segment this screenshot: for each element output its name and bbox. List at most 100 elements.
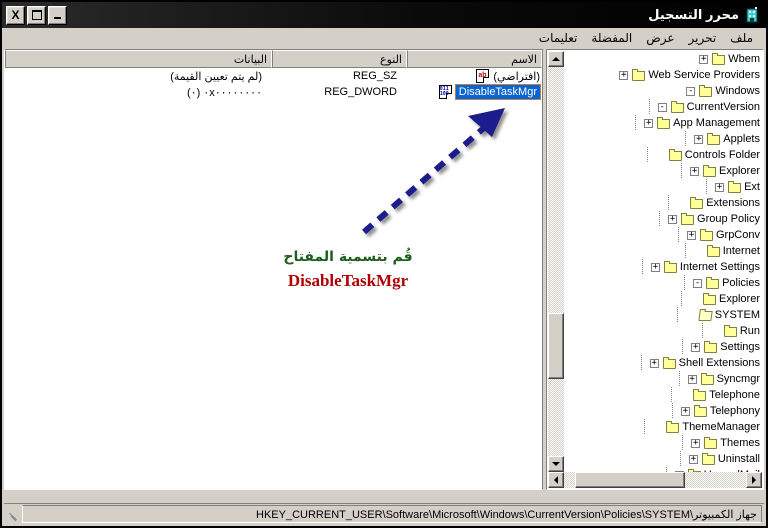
expand-icon[interactable]: + [679,403,692,419]
close-button[interactable]: X [6,5,25,25]
tree-scroll-down-button[interactable] [548,456,564,472]
expand-icon[interactable]: + [713,179,726,195]
expand-icon[interactable]: + [648,355,661,371]
registry-tree-pane[interactable]: Wbem + Web Service Providers + Windows - Curre… [546,49,764,490]
tree-item[interactable]: CurrentVersion - [564,99,762,115]
minimize-button[interactable] [48,5,67,25]
tree-vertical-scroll-thumb[interactable] [548,313,564,379]
tree-item-label: Internet [722,245,760,257]
expand-icon[interactable]: + [692,131,705,147]
tree-item[interactable]: Policies - [564,275,762,291]
tree-item[interactable]: Run [564,323,762,339]
tree-item-label: SYSTEM [714,309,760,321]
expand-icon[interactable]: + [688,163,701,179]
expand-icon[interactable]: + [697,51,710,67]
tree-item-label: Policies [722,277,760,289]
tree-item[interactable]: Shell Extensions + [564,355,762,371]
tree-item[interactable]: Internet Settings + [564,259,762,275]
folder-icon [723,324,739,338]
tree-item[interactable]: Windows - [564,83,762,99]
tree-item[interactable]: Web Service Providers + [564,67,762,83]
tree-connector [688,291,701,307]
cell-name[interactable]: (افتراضي) ab [407,68,542,84]
menu-bar: ملف تحرير عرض المفضلة تعليمات [2,28,766,48]
expand-icon[interactable]: + [617,67,630,83]
menu-favorites[interactable]: المفضلة [584,30,639,46]
expand-icon[interactable]: + [666,211,679,227]
tree-scroll-right-button[interactable] [746,472,762,488]
table-row[interactable]: DisableTaskMgr 011 100 REG_DWORD ٠x٠٠٠٠٠٠٠٠ … [5,84,542,100]
tree-item[interactable]: GrpConv + [564,227,762,243]
tree-indent [611,259,649,275]
expand-icon[interactable]: + [649,259,662,275]
tree-connector [692,243,705,259]
column-header-type[interactable]: النوع [272,50,407,68]
tree-item[interactable]: Extensions [564,195,762,211]
tree-item[interactable]: Uninstall + [564,451,762,467]
tree-item-label: Group Policy [697,213,760,225]
expand-icon[interactable]: + [689,339,702,355]
resize-grip[interactable] [6,507,20,521]
tree-item[interactable]: Applets + [564,131,762,147]
tree-item[interactable]: Themes + [564,435,762,451]
expand-icon[interactable]: + [642,115,655,131]
value-type: REG_DWORD [324,86,397,98]
folder-icon [692,388,708,402]
tree-indent [628,211,666,227]
folder-open-icon [698,309,714,322]
tree-item[interactable]: Ext + [564,179,762,195]
folder-icon [668,148,684,162]
collapse-icon[interactable]: - [656,99,669,115]
menu-file[interactable]: ملف [723,30,760,46]
tree-horizontal-scrollbar[interactable] [548,472,762,488]
tree-item[interactable]: Group Policy + [564,211,762,227]
expand-icon[interactable]: + [685,227,698,243]
tree-item[interactable]: ThemeManager [564,419,762,435]
expand-icon[interactable]: + [689,435,702,451]
folder-icon [702,164,718,178]
expand-icon[interactable]: + [686,371,699,387]
column-header-data[interactable]: البيانات [5,50,272,68]
tree-scroll-left-button[interactable] [548,472,564,488]
tree-indent [627,307,684,323]
tree-item[interactable]: Telephone [564,387,762,403]
tree-indent [653,275,691,291]
cell-name[interactable]: DisableTaskMgr 011 100 [407,84,542,100]
tree-indent [604,115,642,131]
registry-tree[interactable]: Wbem + Web Service Providers + Windows - Curre… [564,51,762,472]
tree-scroll-up-button[interactable] [548,51,564,67]
tree-indent [641,403,679,419]
values-list[interactable]: (افتراضي) ab REG_SZ (لم يتم تعيين القيمة) Di… [5,68,542,489]
tree-item[interactable]: Internet [564,243,762,259]
tree-item[interactable]: Explorer + [564,163,762,179]
tree-item[interactable]: Controls Folder [564,147,762,163]
title-bar[interactable]: محرر التسجيل X [2,2,766,28]
folder-icon [727,180,743,194]
registry-values-pane[interactable]: الاسم النوع البيانات (افتراضي) ab REG_SZ (ل… [4,49,543,490]
menu-view[interactable]: عرض [639,30,681,46]
menu-edit[interactable]: تحرير [682,30,724,46]
tree-item[interactable]: Settings + [564,339,762,355]
menu-help[interactable]: تعليمات [532,30,585,46]
tree-item[interactable]: SYSTEM [564,307,762,323]
tree-indent [616,147,654,163]
tree-item[interactable]: Wbem + [564,51,762,67]
collapse-icon[interactable]: - [684,83,697,99]
collapse-icon[interactable]: - [691,275,704,291]
tree-item[interactable]: Telephony + [564,403,762,419]
registry-editor-icon [743,6,761,24]
tree-item[interactable]: App Management + [564,115,762,131]
tree-indent [647,227,685,243]
column-header-name[interactable]: الاسم [407,50,542,68]
tree-vertical-scrollbar[interactable] [548,51,564,472]
tree-connector [684,307,697,323]
tree-item[interactable]: Syncmgr + [564,371,762,387]
tree-item[interactable]: Explorer [564,291,762,307]
maximize-button[interactable] [27,5,46,25]
folder-icon [705,276,721,290]
expand-icon[interactable]: + [687,451,700,467]
tree-horizontal-scroll-thumb[interactable] [575,472,685,488]
tree-item-label: Telephone [709,389,760,401]
value-name: DisableTaskMgr [454,84,542,100]
table-row[interactable]: (افتراضي) ab REG_SZ (لم يتم تعيين القيمة) [5,68,542,84]
